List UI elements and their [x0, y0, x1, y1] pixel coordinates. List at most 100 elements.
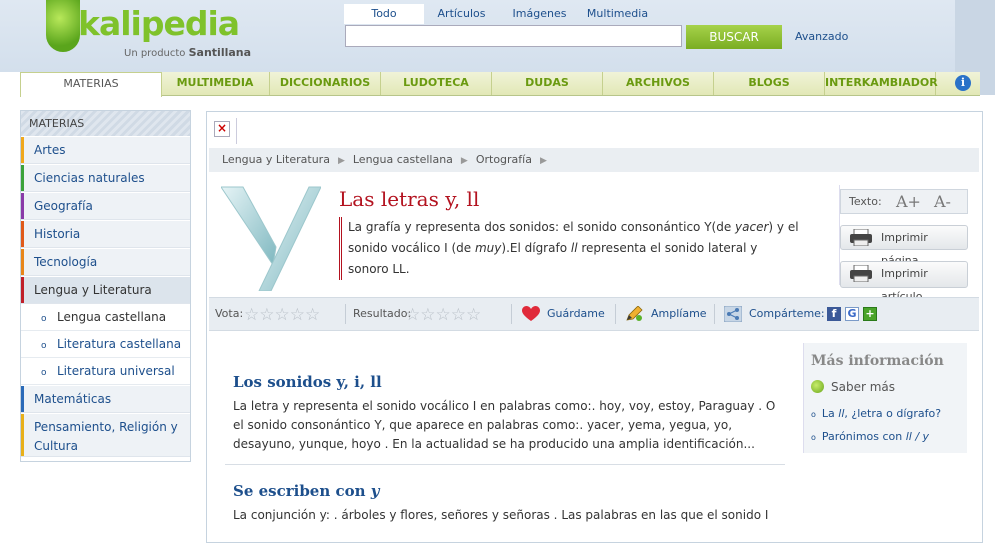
article-panel: × Lengua y Literatura ▶ Lengua castellana ▶…	[206, 111, 983, 543]
facebook-icon[interactable]: f	[827, 307, 841, 321]
sidebar-item-label: Historia	[34, 227, 81, 241]
vote-label: Vota:	[215, 307, 244, 320]
google-icon[interactable]: G	[845, 307, 859, 321]
expand-link[interactable]: Amplíame	[651, 298, 707, 330]
close-icon[interactable]: ×	[214, 121, 230, 137]
section-title[interactable]: Los sonidos y, i, ll	[233, 373, 382, 391]
sidebar-item-label: Pensamiento, Religión y Cultura	[34, 420, 178, 453]
nav-ludoteca[interactable]: LUDOTECA	[381, 72, 492, 95]
search-tab-imagenes[interactable]: Imágenes	[502, 4, 577, 24]
nav-blogs[interactable]: BLOGS	[714, 72, 825, 95]
section-title-emphasis: y	[370, 482, 380, 500]
category-color-bar	[21, 137, 24, 163]
section-title[interactable]: Se escriben con y	[233, 482, 379, 500]
sidebar-item-artes[interactable]: Artes	[21, 136, 190, 164]
section-text: La letra y representa el sonido vocálico…	[233, 399, 776, 451]
more-info-subtitle-text: Saber más	[831, 380, 896, 394]
bullet-icon: o	[41, 341, 47, 351]
main-nav: MATERIAS MULTIMEDIA DICCIONARIOS LUDOTEC…	[20, 72, 980, 97]
print-page-button[interactable]: Imprimir página	[840, 225, 968, 267]
apple-icon	[811, 380, 824, 393]
sidebar-item-tecnologia[interactable]: Tecnología	[21, 248, 190, 276]
logo-text: kalipedia	[78, 4, 240, 43]
more-info-subtitle: Saber más	[811, 380, 895, 394]
breadcrumb-lengua-castellana[interactable]: Lengua castellana	[353, 153, 453, 166]
sidebar-item-geografia[interactable]: Geografía	[21, 192, 190, 220]
add-share-icon[interactable]: +	[863, 307, 877, 321]
section-text: La conjunción y: . árboles y flores, señ…	[233, 508, 769, 522]
chevron-right-icon: ▶	[337, 156, 345, 166]
save-link[interactable]: Guárdame	[547, 298, 605, 330]
search-tab-multimedia[interactable]: Multimedia	[580, 4, 655, 24]
chevron-right-icon: ▶	[539, 156, 547, 166]
sidebar-subitem-lengua-castellana[interactable]: o Lengua castellana	[21, 304, 190, 331]
increase-text-button[interactable]: A+	[896, 190, 921, 214]
sidebar-subitem-literatura-castellana[interactable]: o Literatura castellana	[21, 331, 190, 358]
print-article-button[interactable]: Imprimir artículo	[840, 261, 968, 303]
breadcrumb-lengua-y-literatura[interactable]: Lengua y Literatura	[222, 153, 330, 166]
divider	[511, 304, 512, 324]
link-text: Parónimos con	[821, 430, 906, 443]
sidebar-subitem-label: Literatura universal	[57, 364, 175, 378]
article-title: Las letras y, ll	[339, 187, 480, 211]
vote-stars[interactable]: ☆☆☆☆☆	[244, 307, 320, 324]
search-tabs: Todo Artículos Imágenes Multimedia	[344, 4, 704, 24]
lead-text: La grafía y representa dos sonidos: el s…	[348, 220, 736, 234]
text-size-control: Texto: A+ A-	[840, 189, 968, 214]
printer-icon	[850, 229, 872, 246]
logo-leaf-icon	[46, 0, 80, 52]
lead-emphasis: muy	[474, 241, 502, 255]
sidebar-item-lengua-y-literatura[interactable]: Lengua y Literatura	[21, 276, 190, 304]
decrease-text-button[interactable]: A-	[934, 190, 951, 214]
search-button[interactable]: BUSCAR	[686, 25, 782, 49]
logo-subtitle: Un producto Santillana	[124, 46, 251, 59]
sidebar-item-historia[interactable]: Historia	[21, 220, 190, 248]
link-text: La	[821, 407, 839, 420]
search-input[interactable]	[345, 25, 682, 47]
search-box: Todo Artículos Imágenes Multimedia BUSCA…	[344, 4, 782, 50]
divider	[714, 304, 715, 324]
sidebar-subitem-label: Literatura castellana	[57, 337, 182, 351]
sidebar-item-pensamiento[interactable]: Pensamiento, Religión y Cultura	[21, 413, 190, 457]
article-content: Los sonidos y, i, ll La letra y represen…	[225, 337, 795, 537]
info-icon[interactable]: i	[955, 75, 971, 91]
result-stars: ☆☆☆☆☆	[405, 305, 482, 325]
sidebar-item-label: Artes	[34, 143, 66, 157]
nav-multimedia[interactable]: MULTIMEDIA	[161, 72, 270, 95]
search-tab-todo[interactable]: Todo	[344, 4, 424, 24]
sidebar-item-ciencias-naturales[interactable]: Ciencias naturales	[21, 164, 190, 192]
share-label: Compárteme:	[749, 307, 825, 320]
heart-icon[interactable]	[522, 306, 540, 322]
pencil-icon[interactable]	[625, 306, 643, 322]
bullet-icon: o	[811, 433, 816, 442]
link-emphasis: ll / y	[905, 430, 930, 443]
more-info-link-paronimos[interactable]: o Parónimos con ll / y	[811, 430, 929, 443]
nav-diccionarios[interactable]: DICCIONARIOS	[270, 72, 381, 95]
kalipedia-logo[interactable]: kalipedia Un producto Santillana	[44, 0, 251, 64]
search-tab-articulos[interactable]: Artículos	[424, 4, 499, 24]
section-title-text: Se escriben con	[233, 482, 371, 500]
sidebar-title: MATERIAS	[21, 111, 190, 136]
sidebar-item-matematicas[interactable]: Matemáticas	[21, 385, 190, 413]
divider	[236, 118, 237, 144]
bullet-icon: o	[41, 314, 47, 324]
sidebar-subitem-label: Lengua castellana	[57, 310, 167, 324]
divider	[345, 304, 346, 324]
link-text: , ¿letra o dígrafo?	[844, 407, 942, 420]
share-icon[interactable]	[724, 306, 742, 322]
more-info-link-ll-letra[interactable]: o La ll, ¿letra o dígrafo?	[811, 407, 941, 420]
more-info-box: Más información Saber más o La ll, ¿letra…	[803, 343, 967, 453]
sidebar-item-label: Geografía	[34, 199, 93, 213]
nav-materias[interactable]: MATERIAS	[20, 72, 162, 97]
category-color-bar	[21, 165, 24, 191]
sidebar-item-label: Matemáticas	[34, 392, 112, 406]
sidebar-item-label: Lengua y Literatura	[34, 283, 152, 297]
category-color-bar	[21, 414, 24, 456]
advanced-search-link[interactable]: Avanzado	[795, 30, 848, 43]
nav-archivos[interactable]: ARCHIVOS	[603, 72, 714, 95]
nav-interkambiador[interactable]: INTERKAMBIADOR	[825, 72, 938, 95]
nav-dudas[interactable]: DUDAS	[492, 72, 603, 95]
sidebar-subitem-literatura-universal[interactable]: o Literatura universal	[21, 358, 190, 385]
breadcrumb-ortografia[interactable]: Ortografía	[476, 153, 532, 166]
divider	[615, 304, 616, 324]
